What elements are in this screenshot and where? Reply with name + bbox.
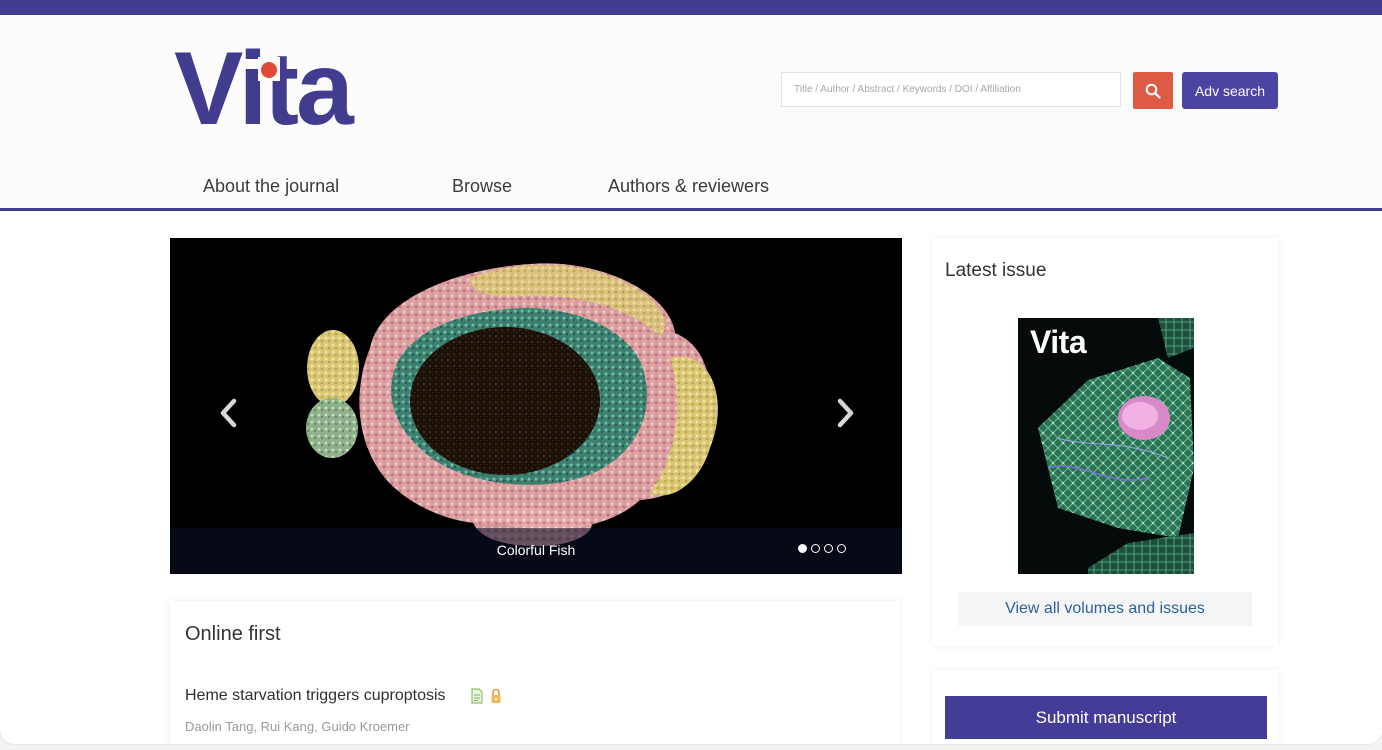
online-first-panel: Online first Heme starvation triggers cu… [170, 601, 900, 744]
search-bar [781, 72, 1173, 109]
article-icons [470, 688, 502, 704]
view-all-volumes-link[interactable]: View all volumes and issues [958, 592, 1252, 626]
carousel-dot-4[interactable] [837, 544, 846, 553]
carousel-dot-3[interactable] [824, 544, 833, 553]
carousel-indicators [798, 544, 846, 556]
nav-item-about[interactable]: About the journal [203, 176, 339, 197]
carousel-dot-2[interactable] [811, 544, 820, 553]
main-nav: About the journal Browse Authors & revie… [0, 170, 1382, 206]
nav-item-browse[interactable]: Browse [452, 176, 512, 197]
page-frame: Vita Adv search About the journal Browse… [0, 0, 1382, 744]
carousel-slide-image [306, 263, 718, 547]
lock-icon [491, 688, 501, 703]
latest-issue-title: Latest issue [945, 260, 1047, 281]
online-first-title: Online first [185, 623, 281, 645]
carousel-dot-1[interactable] [798, 544, 807, 553]
site-header: Vita Adv search About the journal Browse… [0, 15, 1382, 211]
submit-card: Submit manuscript [932, 670, 1278, 744]
chevron-right-icon[interactable] [830, 393, 860, 433]
article-authors: Daolin Tang, Rui Kang, Guido Kroemer [185, 719, 410, 734]
issue-cover[interactable]: Vita [1018, 318, 1194, 574]
latest-issue-panel: Latest issue Vita View all volumes and i… [932, 238, 1278, 646]
document-icon[interactable] [470, 688, 484, 704]
cover-title: Vita [1030, 324, 1087, 360]
adv-search-button[interactable]: Adv search [1182, 72, 1278, 109]
carousel-caption: Colorful Fish [496, 542, 576, 558]
search-input[interactable] [781, 72, 1121, 107]
vita-logo[interactable]: Vita [174, 37, 354, 141]
search-button[interactable] [1133, 72, 1173, 109]
article-title-link[interactable]: Heme starvation triggers cuproptosis [185, 687, 446, 705]
top-accent-bar [0, 0, 1382, 15]
search-icon [1145, 83, 1161, 99]
submit-manuscript-button[interactable]: Submit manuscript [945, 696, 1267, 739]
logo-red-dot [261, 62, 277, 78]
chevron-left-icon[interactable] [214, 393, 244, 433]
nav-item-authors-reviewers[interactable]: Authors & reviewers [608, 176, 769, 197]
featured-carousel[interactable]: Colorful Fish [170, 238, 902, 574]
